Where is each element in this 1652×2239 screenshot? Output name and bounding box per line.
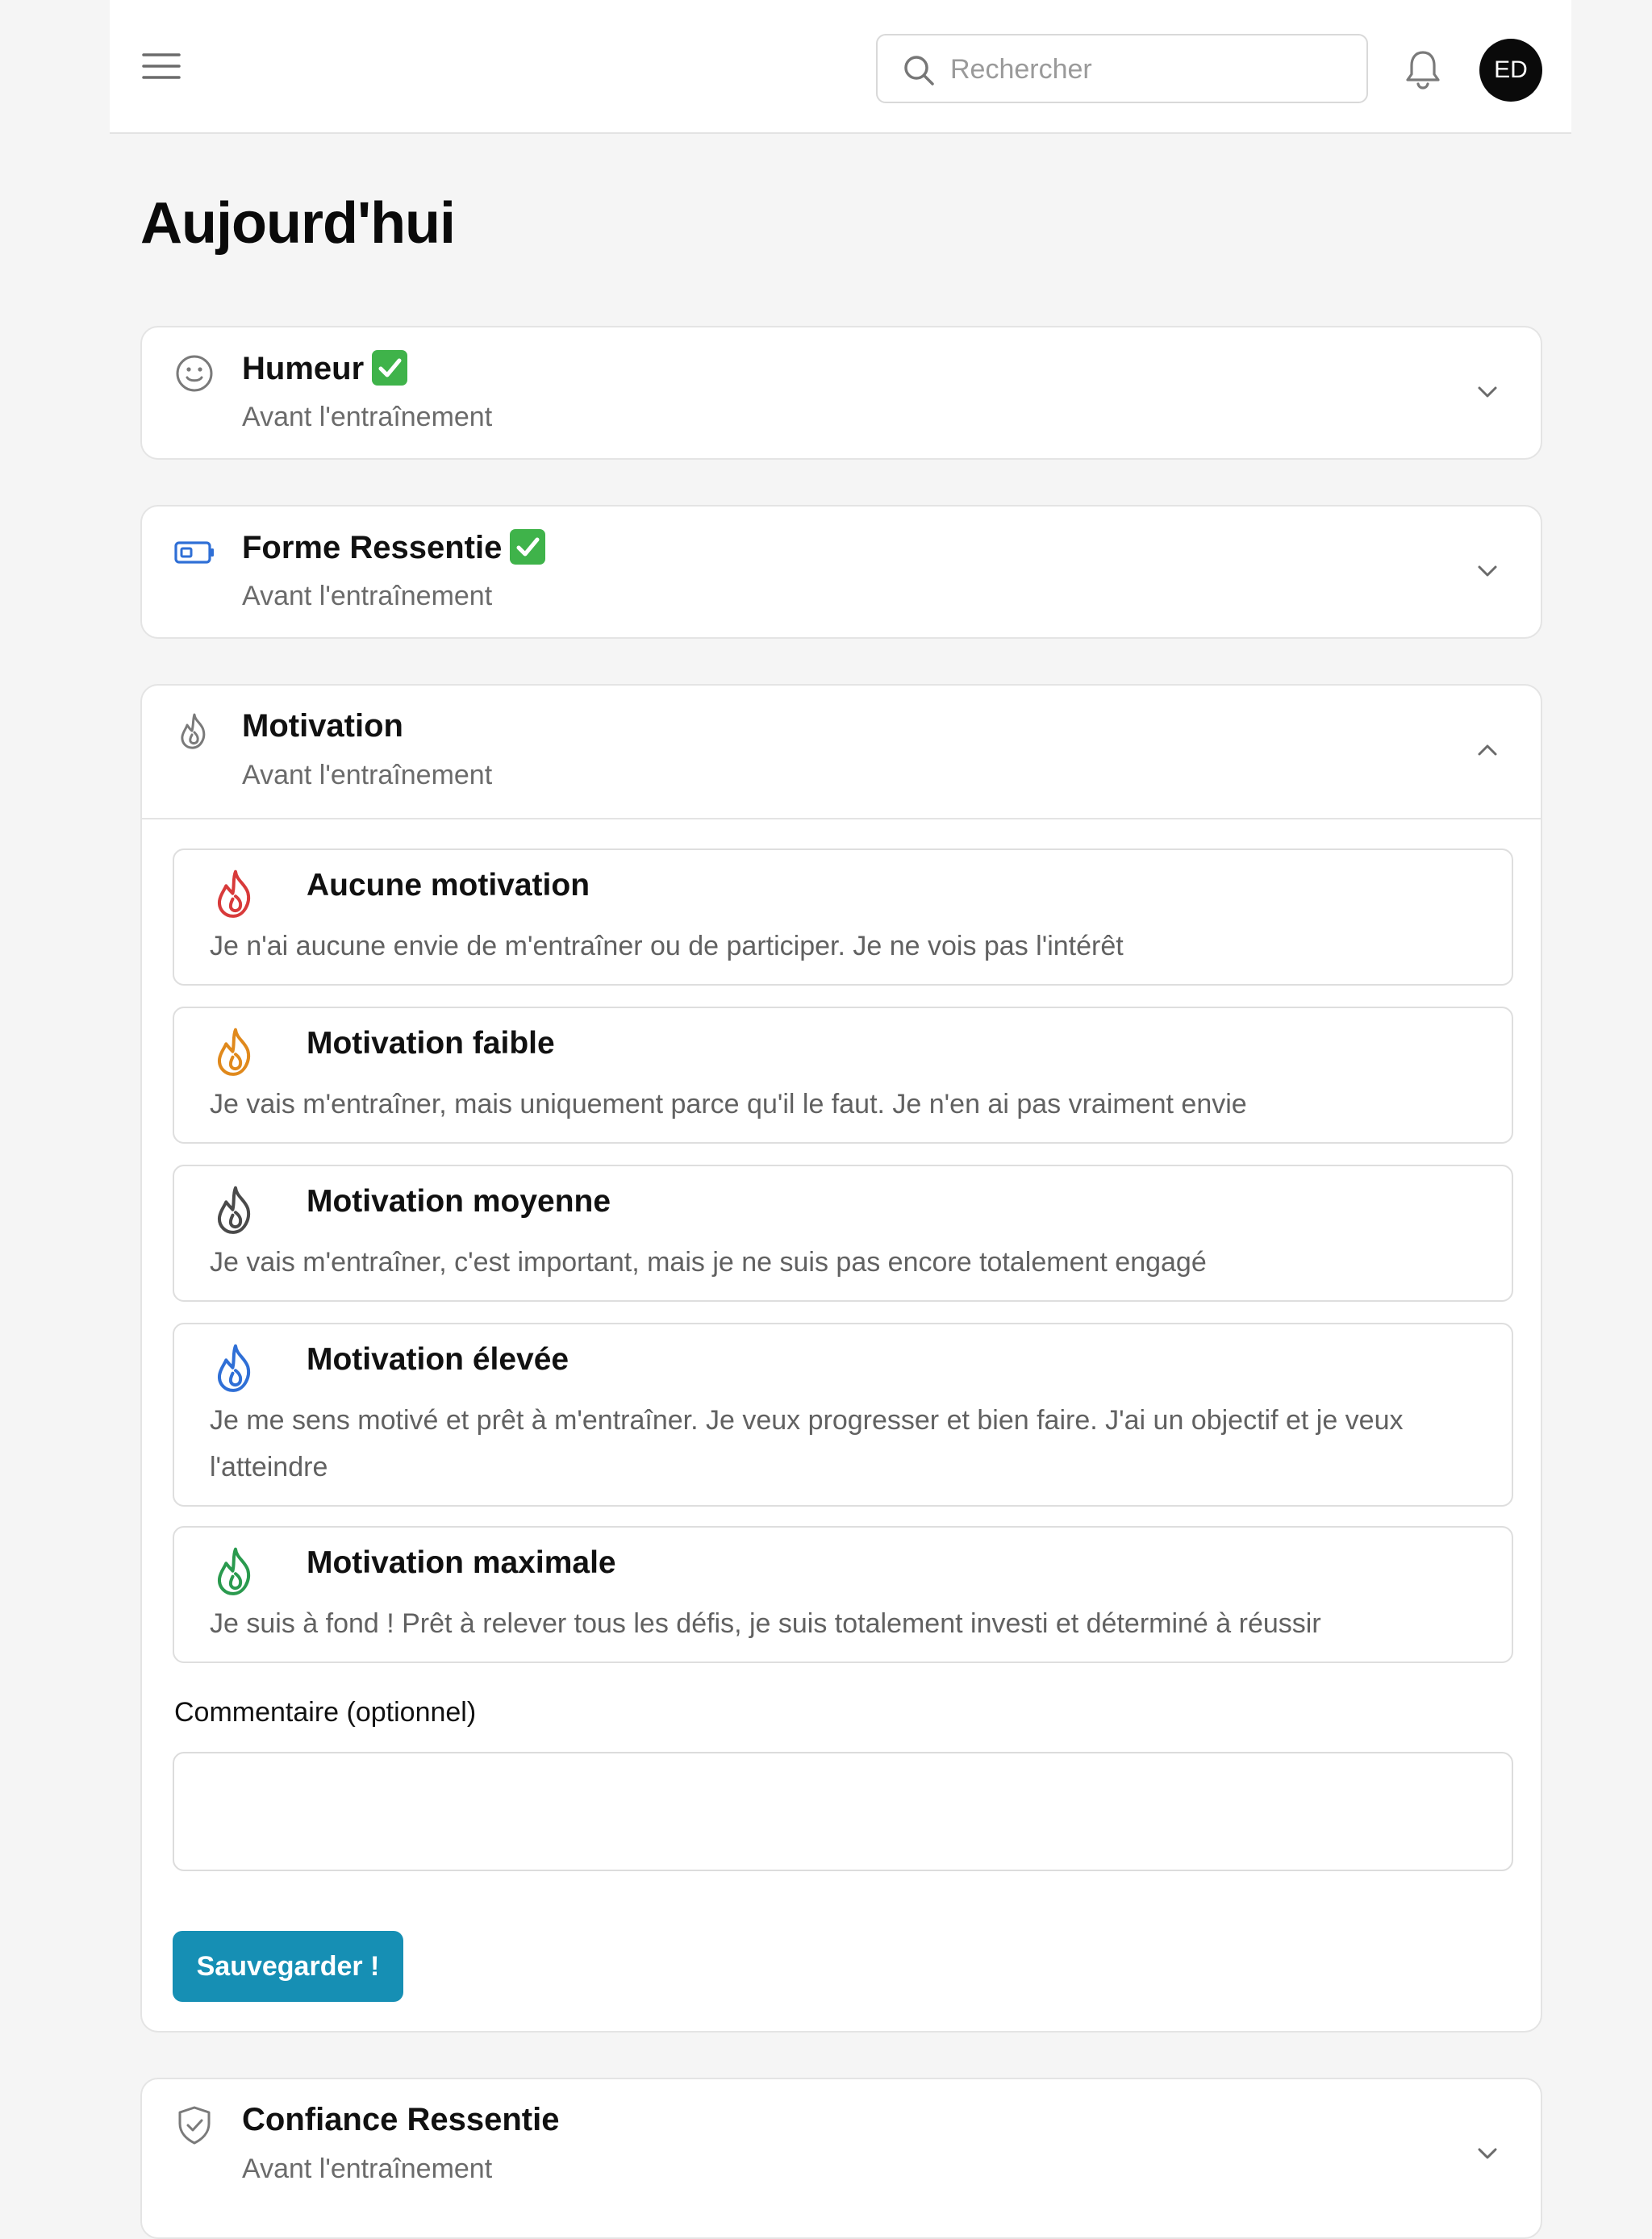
forme-title-row: Forme Ressentie	[242, 529, 546, 566]
option-title: Motivation faible	[307, 1026, 555, 1061]
chevron-down-icon	[1478, 2148, 1497, 2159]
option-description: Je vais m'entraîner, c'est important, ma…	[210, 1247, 1207, 1278]
forme-card: Forme Ressentie Avant l'entraînement	[140, 505, 1542, 639]
option-description: Je suis à fond ! Prêt à relever tous les…	[210, 1608, 1321, 1639]
check-mark-icon	[372, 350, 408, 386]
menu-button[interactable]	[142, 50, 181, 82]
humeur-title-row: Humeur	[242, 350, 408, 387]
flame-red-icon	[218, 869, 251, 918]
motivation-option-faible[interactable]: Motivation faible Je vais m'entraîner, m…	[173, 1007, 1513, 1144]
option-description: Je me sens motivé et prêt à m'entraîner.…	[210, 1405, 1404, 1482]
comment-field[interactable]	[173, 1752, 1513, 1871]
bell-icon	[1406, 51, 1440, 90]
chevron-down-icon	[1478, 386, 1497, 398]
forme-subtitle: Avant l'entraînement	[242, 581, 493, 611]
smiley-icon	[176, 355, 213, 392]
top-bar: ED	[110, 0, 1571, 134]
confiance-subtitle: Avant l'entraînement	[242, 2154, 493, 2184]
humeur-card: Humeur Avant l'entraînement	[140, 326, 1542, 460]
option-title: Motivation maximale	[307, 1545, 616, 1580]
motivation-subtitle: Avant l'entraînement	[242, 760, 493, 790]
motivation-option-elevee[interactable]: Motivation élevée Je me sens motivé et p…	[173, 1323, 1513, 1507]
option-title: Aucune motivation	[307, 868, 590, 903]
flame-gray-icon	[218, 1186, 251, 1234]
user-avatar[interactable]: ED	[1479, 39, 1542, 102]
confiance-title: Confiance Ressentie	[242, 2102, 560, 2137]
section-divider	[142, 818, 1541, 819]
flame-blue-icon	[218, 1344, 251, 1392]
page-title: Aujourd'hui	[140, 191, 456, 256]
humeur-subtitle: Avant l'entraînement	[242, 402, 493, 432]
option-description: Je vais m'entraîner, mais uniquement par…	[210, 1089, 1247, 1120]
search-icon	[904, 56, 934, 85]
motivation-card: Motivation Avant l'entraînement Aucune m…	[140, 684, 1542, 2033]
shield-check-icon	[178, 2106, 211, 2145]
confiance-header[interactable]: Confiance Ressentie Avant l'entraînement	[142, 2079, 1541, 2212]
option-title: Motivation élevée	[307, 1342, 569, 1377]
forme-header[interactable]: Forme Ressentie Avant l'entraînement	[142, 507, 1541, 639]
hamburger-icon	[142, 53, 181, 79]
motivation-header[interactable]: Motivation Avant l'entraînement	[142, 686, 1541, 818]
flame-orange-icon	[218, 1028, 251, 1076]
option-title: Motivation moyenne	[307, 1184, 611, 1219]
motivation-title: Motivation	[242, 708, 403, 744]
chevron-down-icon	[1478, 565, 1497, 577]
option-description: Je n'ai aucune envie de m'entraîner ou d…	[210, 931, 1124, 961]
comment-label: Commentaire (optionnel)	[174, 1697, 477, 1728]
notifications-button[interactable]	[1404, 48, 1442, 90]
avatar-initials: ED	[1494, 56, 1528, 83]
motivation-option-moyenne[interactable]: Motivation moyenne Je vais m'entraîner, …	[173, 1165, 1513, 1302]
forme-title: Forme Ressentie	[242, 530, 503, 565]
save-button[interactable]: Sauvegarder !	[173, 1931, 403, 2002]
motivation-option-maximale[interactable]: Motivation maximale Je suis à fond ! Prê…	[173, 1526, 1513, 1663]
motivation-option-aucune[interactable]: Aucune motivation Je n'ai aucune envie d…	[173, 848, 1513, 986]
humeur-header[interactable]: Humeur Avant l'entraînement	[142, 327, 1541, 460]
battery-icon	[174, 541, 214, 564]
page: ED Aujourd'hui Humeur Avant l'entraîneme…	[110, 0, 1571, 2239]
chevron-up-icon	[1478, 744, 1497, 756]
check-mark-icon	[510, 529, 546, 565]
humeur-title: Humeur	[242, 351, 365, 386]
flame-icon	[181, 713, 206, 749]
search-input[interactable]	[949, 47, 1355, 92]
flame-green-icon	[218, 1547, 251, 1595]
search-box[interactable]	[876, 34, 1368, 103]
confiance-card: Confiance Ressentie Avant l'entraînement	[140, 2078, 1542, 2239]
